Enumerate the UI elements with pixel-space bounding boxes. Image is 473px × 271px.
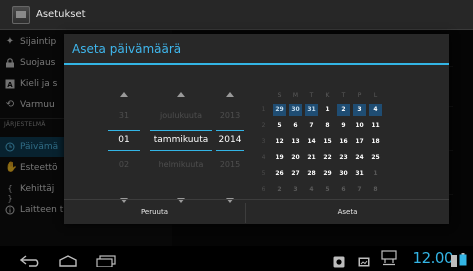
calendar-day-next-month[interactable]: 7 [353,184,366,196]
calendar-day[interactable]: 26 [273,168,286,180]
calendar-day[interactable]: 22 [321,152,334,164]
year-prev[interactable]: 2013 [216,111,244,120]
calendar-day[interactable]: 12 [273,136,286,148]
week-number: 2 [261,122,266,129]
dialog-button-bar: Peruuta Aseta [64,199,449,224]
month-next[interactable]: helmikuuta [146,160,216,169]
calendar-day[interactable]: 5 [273,120,286,132]
calendar-day[interactable]: 31 [305,104,318,116]
selection-line [150,150,212,151]
selection-line [216,150,244,151]
calendar-day[interactable]: 29 [273,104,286,116]
week-number: 3 [261,138,266,145]
calendar-day-next-month[interactable]: 6 [337,184,350,196]
battery-icon [459,251,467,270]
calendar-day[interactable]: 31 [353,168,366,180]
month-current[interactable]: tammikuuta [146,135,216,145]
calendar-day-next-month[interactable]: 3 [289,184,302,196]
calendar-day[interactable]: 16 [337,136,350,148]
week-number: 6 [261,186,266,193]
calendar-day-next-month[interactable]: 4 [305,184,318,196]
date-picker-dialog: Aseta päivämäärä 31 01 02 joulukuuta tam… [64,34,449,224]
weekday-label: L [373,92,378,99]
selection-line [108,150,140,151]
calendar-day[interactable]: 13 [289,136,302,148]
calendar-day[interactable]: 10 [353,120,366,132]
month-prev[interactable]: joulukuuta [146,111,216,120]
day-next[interactable]: 02 [108,160,140,169]
calendar-day[interactable]: 14 [305,136,318,148]
weekday-label: T [309,92,314,99]
calendar-day[interactable]: 18 [369,136,382,148]
action-bar: Asetukset [0,0,473,30]
dialog-title: Aseta päivämäärä [72,42,182,56]
week-number: 1 [261,106,266,113]
selection-line [216,130,244,131]
calendar-day[interactable]: 19 [273,152,286,164]
calendar-day-selected[interactable]: 1 [321,104,334,116]
increment-day-button[interactable] [120,92,128,97]
week-number: 5 [261,170,266,177]
calendar-day[interactable]: 28 [305,168,318,180]
calendar-day-next-month[interactable]: 8 [369,184,382,196]
weekday-label: S [277,92,282,99]
app-title: Asetukset [36,9,86,20]
calendar-day-next-month[interactable]: 2 [273,184,286,196]
recent-apps-icon[interactable] [96,252,116,271]
weekday-label: P [357,92,362,99]
day-prev[interactable]: 31 [108,111,140,120]
screenshot-icon[interactable] [358,253,370,271]
calendar-day[interactable]: 25 [369,152,382,164]
calendar-day[interactable]: 20 [289,152,302,164]
selection-line [150,130,212,131]
set-button[interactable]: Aseta [246,200,449,224]
calendar-day[interactable]: 2 [337,104,350,116]
calendar-day[interactable]: 4 [369,104,382,116]
selection-line [108,130,140,131]
calendar-day[interactable]: 9 [337,120,350,132]
calendar-day[interactable]: 15 [321,136,334,148]
calendar-day[interactable]: 23 [337,152,350,164]
calendar-day[interactable]: 17 [353,136,366,148]
clock-time: 12.00 [412,249,454,267]
month-spinner[interactable]: joulukuuta tammikuuta helmikuuta [146,86,216,206]
calendar-day[interactable]: 21 [305,152,318,164]
calendar-day-next-month[interactable]: 5 [321,184,334,196]
dialog-title-divider [64,63,449,65]
weekday-label: M [292,92,299,99]
weekday-label: T [341,92,346,99]
year-current[interactable]: 2014 [216,135,244,145]
calendar-day[interactable]: 8 [321,120,334,132]
settings-app-icon[interactable] [12,6,30,24]
calendar-day[interactable]: 30 [289,104,302,116]
wifi-icon [451,252,457,271]
increment-year-button[interactable] [226,92,234,97]
system-bar: 12.00 [0,246,473,271]
calendar-day-next-month[interactable]: 1 [369,168,382,180]
increment-month-button[interactable] [177,92,185,97]
calendar-day[interactable]: 7 [305,120,318,132]
day-spinner[interactable]: 31 01 02 [108,86,140,206]
calendar-day[interactable]: 24 [353,152,366,164]
calendar-day[interactable]: 30 [337,168,350,180]
usb-icon[interactable] [381,250,397,270]
cancel-button[interactable]: Peruuta [64,200,245,224]
year-next[interactable]: 2015 [216,160,244,169]
week-number: 4 [261,154,266,161]
calendar-day[interactable]: 6 [289,120,302,132]
home-icon[interactable] [58,252,78,271]
calendar-day[interactable]: 29 [321,168,334,180]
day-current[interactable]: 01 [108,135,140,145]
year-spinner[interactable]: 2013 2014 2015 [216,86,244,206]
back-icon[interactable] [19,252,42,271]
calendar-day[interactable]: 11 [369,120,382,132]
calendar-day[interactable]: 3 [353,104,366,116]
calendar-day[interactable]: 27 [289,168,302,180]
notification-icon[interactable] [333,253,345,271]
weekday-label: K [325,92,330,99]
